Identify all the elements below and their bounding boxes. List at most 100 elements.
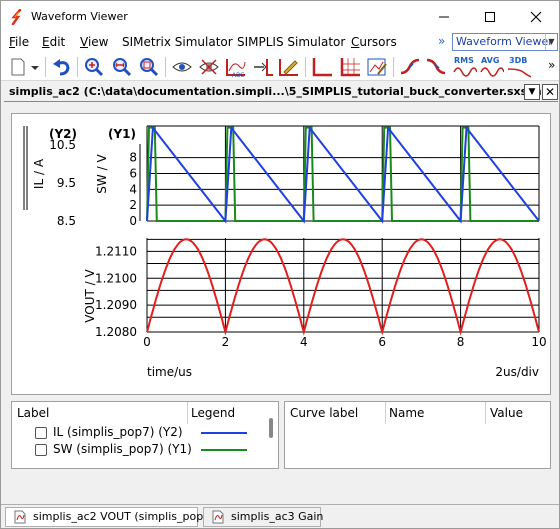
- new-grid-icon[interactable]: [339, 56, 361, 78]
- rise-time-icon[interactable]: [399, 56, 421, 78]
- column-separator: [187, 402, 188, 424]
- document-tab-label: simplis_ac2 (C:\data\documentation.simpl…: [9, 85, 547, 98]
- menu-simplis-simulator[interactable]: SIMPLIS Simulator: [237, 35, 345, 49]
- x-tick-label: 8: [457, 335, 465, 349]
- x-tick-label: 4: [300, 335, 308, 349]
- zoom-in-icon[interactable]: [83, 56, 105, 78]
- toolbar-overflow-chevron[interactable]: »: [548, 58, 555, 72]
- x-scale-label: 2us/div: [495, 365, 539, 379]
- legend-line-swatch: [201, 449, 247, 451]
- tab-label: simplis_ac2 VOUT (simplis_pop7): [33, 510, 215, 523]
- il-series-line[interactable]: [146, 125, 540, 224]
- document-tab[interactable]: simplis_ac2 (C:\data\documentation.simpl…: [4, 82, 558, 102]
- app-logo-icon: [11, 9, 22, 25]
- viewer-select-dropdown[interactable]: Waveform Viewer ▼: [452, 33, 558, 51]
- legend-scrollbar[interactable]: [265, 404, 277, 466]
- close-icon: [530, 11, 542, 22]
- minimize-button[interactable]: [421, 1, 467, 32]
- vout-tick-label: 1.2110: [95, 244, 137, 258]
- y2-tick-label: 10.5: [49, 138, 76, 152]
- legend-row[interactable]: SW (simplis_pop7) (Y1): [35, 442, 265, 458]
- y1-tick-label: 4: [129, 182, 137, 196]
- waveform-plot[interactable]: (Y2) IL / A (Y1) SW / V VOUT / V time/us…: [12, 114, 552, 396]
- new-graph-icon[interactable]: [311, 56, 333, 78]
- x-axis-label: time/us: [147, 365, 192, 379]
- legend-header-legend: Legend: [191, 406, 236, 420]
- legend-row[interactable]: IL (simplis_pop7) (Y2): [35, 425, 265, 441]
- plot-panel[interactable]: (Y2) IL / A (Y1) SW / V VOUT / V time/us…: [11, 113, 551, 395]
- column-separator: [385, 402, 386, 424]
- zoom-fit-icon[interactable]: [111, 56, 133, 78]
- chevron-down-icon: ▼: [545, 34, 557, 50]
- avg-label: AVG: [481, 56, 500, 65]
- toolbar-separator: [45, 57, 46, 77]
- undo-icon[interactable]: [51, 56, 73, 78]
- vout-tick-label: 1.2100: [95, 271, 137, 285]
- curve-label-header: Curve label: [290, 406, 359, 420]
- menu-bar: File Edit View SIMetrix Simulator SIMPLI…: [1, 32, 559, 53]
- top-graph: 8 64 2 0 10.5 9.5 8.5: [49, 125, 540, 228]
- maximize-button[interactable]: [467, 1, 513, 32]
- legend-row-label: IL (simplis_pop7) (Y2): [53, 425, 183, 439]
- legend-row-label: SW (simplis_pop7) (Y1): [53, 442, 192, 456]
- legend-panel: Label Legend IL (simplis_pop7) (Y2) SW (…: [11, 401, 279, 469]
- tab-list-dropdown-icon[interactable]: ▼: [524, 84, 540, 100]
- y1-tick-label: 0: [129, 214, 137, 228]
- scrollbar-thumb[interactable]: [269, 418, 273, 438]
- vout-tick-label: 1.2090: [95, 298, 137, 312]
- edit-curve-icon[interactable]: [278, 56, 300, 78]
- bottom-tab-bar: simplis_ac2 VOUT (simplis_pop7) simplis_…: [1, 504, 559, 528]
- menu-edit[interactable]: Edit: [42, 35, 65, 49]
- add-curve-label-icon[interactable]: ABC: [225, 56, 247, 78]
- y1-axis-label: SW / V: [95, 154, 109, 194]
- maximize-icon: [485, 11, 495, 22]
- y2-axis-label: IL / A: [32, 158, 46, 189]
- menu-file[interactable]: File: [9, 35, 29, 49]
- menu-view[interactable]: View: [80, 35, 108, 49]
- x-tick-label: 6: [378, 335, 386, 349]
- curve-visibility-checkbox[interactable]: [35, 444, 47, 456]
- y1-axis-tag: (Y1): [108, 127, 136, 141]
- new-document-icon[interactable]: [7, 56, 29, 78]
- hide-curves-icon[interactable]: [198, 56, 220, 78]
- y2-tick-label: 9.5: [57, 176, 76, 190]
- close-window-button[interactable]: [513, 1, 559, 32]
- legend-header-label: Label: [17, 406, 50, 420]
- toolbar-separator: [165, 57, 166, 77]
- show-curves-icon[interactable]: [171, 56, 193, 78]
- menu-simetrix-simulator[interactable]: SIMetrix Simulator: [122, 35, 233, 49]
- tab-simplis-ac2-vout[interactable]: simplis_ac2 VOUT (simplis_pop7): [5, 507, 214, 527]
- tab-simplis-ac3-gain[interactable]: simplis_ac3 Gain: [203, 507, 323, 527]
- bottom-graph: 1.2110 1.2100 1.2090 1.2080 0 2 4 6 8 10: [95, 238, 547, 349]
- new-dropdown-icon[interactable]: [29, 56, 41, 78]
- vout-series-line[interactable]: [146, 238, 540, 336]
- y1-tick-label: 6: [129, 167, 137, 181]
- toolbar: ABC RMS AVG 3DB »: [1, 53, 559, 81]
- value-header: Value: [490, 406, 523, 420]
- x-tick-label: 2: [222, 335, 230, 349]
- svg-text:ABC: ABC: [232, 72, 244, 78]
- menu-overflow-chevron[interactable]: »: [438, 34, 445, 48]
- legend-line-swatch: [201, 432, 247, 434]
- sw-series-line[interactable]: [146, 126, 539, 222]
- move-curve-icon[interactable]: [252, 56, 274, 78]
- curve-info-panel: Curve label Name Value: [284, 401, 551, 469]
- rms-wave-icon: [453, 67, 477, 77]
- 3db-wave-icon: [507, 68, 531, 78]
- x-tick-label: 0: [143, 335, 151, 349]
- rms-button[interactable]: RMS: [453, 56, 477, 78]
- viewer-select-value: Waveform Viewer: [456, 35, 553, 48]
- avg-button[interactable]: AVG: [480, 56, 504, 78]
- graph-document-icon: [212, 510, 224, 524]
- y1-tick-label: 2: [129, 198, 137, 212]
- menu-cursors[interactable]: Cursors: [351, 35, 397, 49]
- 3db-button[interactable]: 3DB: [507, 56, 531, 78]
- zoom-box-icon[interactable]: [138, 56, 160, 78]
- tab-close-icon[interactable]: ✕: [542, 84, 558, 100]
- name-header: Name: [389, 406, 425, 420]
- graph-properties-icon[interactable]: [366, 56, 388, 78]
- curve-visibility-checkbox[interactable]: [35, 427, 47, 439]
- toolbar-separator: [77, 57, 78, 77]
- fall-time-icon[interactable]: [425, 56, 447, 78]
- 3db-label: 3DB: [509, 56, 528, 65]
